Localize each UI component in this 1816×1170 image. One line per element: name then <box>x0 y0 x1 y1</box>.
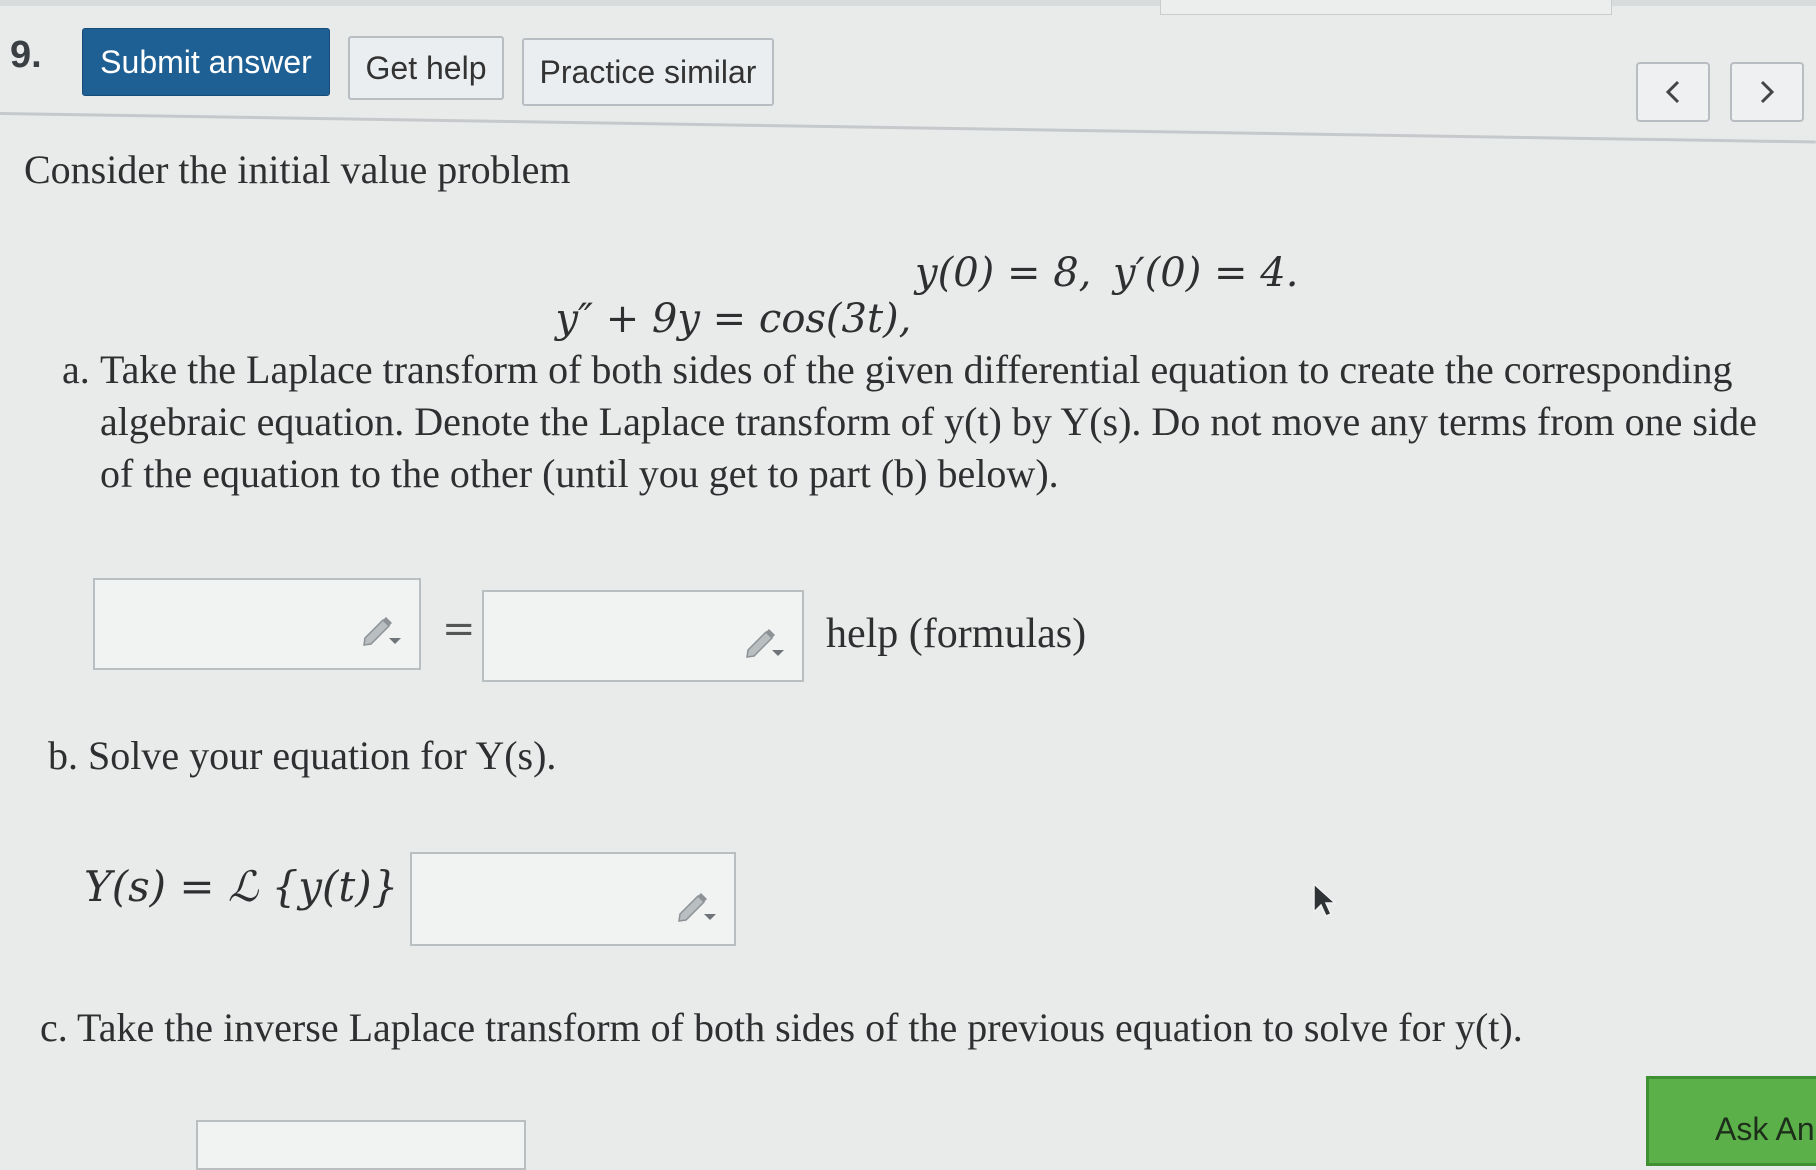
part-c-instructions: c. Take the inverse Laplace transform of… <box>40 1002 1740 1054</box>
problem-intro: Consider the initial value problem <box>24 147 571 192</box>
part-a-marker: a. <box>62 347 90 392</box>
differential-equation: y″ + 9y = cos(3t), <box>555 296 912 342</box>
help-formulas-link[interactable]: help (formulas) <box>826 610 1086 658</box>
submit-answer-button[interactable]: Submit answer <box>82 28 330 96</box>
part-c-answer-input[interactable] <box>196 1120 526 1170</box>
part-c-marker: c. <box>40 1005 68 1050</box>
chevron-left-icon <box>1665 80 1680 104</box>
part-b-text: Solve your equation for Y(s). <box>88 733 557 778</box>
chevron-right-icon <box>1760 80 1775 104</box>
equals-sign: = <box>442 606 476 652</box>
laplace-rhs-input[interactable] <box>482 590 804 682</box>
question-number: 9. <box>10 34 42 76</box>
initial-condition-2: y′(0) = 4. <box>1113 250 1299 296</box>
pencil-icon[interactable] <box>744 624 786 660</box>
laplace-lhs-input[interactable] <box>93 578 421 670</box>
ask-an-expert-button[interactable]: Ask An <box>1646 1076 1816 1166</box>
part-b-instructions: b. Solve your equation for Y(s). <box>48 730 556 782</box>
toolbar-divider <box>0 112 1816 144</box>
ys-answer-input[interactable] <box>410 852 736 946</box>
top-tab-edge <box>1160 0 1612 15</box>
pencil-icon[interactable] <box>676 888 718 924</box>
part-c-text: Take the inverse Laplace transform of bo… <box>77 1005 1523 1050</box>
mouse-cursor-icon <box>1313 882 1337 917</box>
get-help-button[interactable]: Get help <box>348 36 504 100</box>
practice-similar-button[interactable]: Practice similar <box>522 38 774 106</box>
part-a-text: Take the Laplace transform of both sides… <box>100 347 1757 496</box>
initial-condition-1: y(0) = 8, <box>915 250 1092 296</box>
next-question-button[interactable] <box>1730 62 1804 122</box>
pencil-icon[interactable] <box>361 612 403 648</box>
part-b-marker: b. <box>48 733 78 778</box>
previous-question-button[interactable] <box>1636 62 1710 122</box>
part-a-instructions: a. Take the Laplace transform of both si… <box>62 344 1762 500</box>
ys-equation-label: Y(s) = ℒ {y(t)} = <box>84 862 447 911</box>
